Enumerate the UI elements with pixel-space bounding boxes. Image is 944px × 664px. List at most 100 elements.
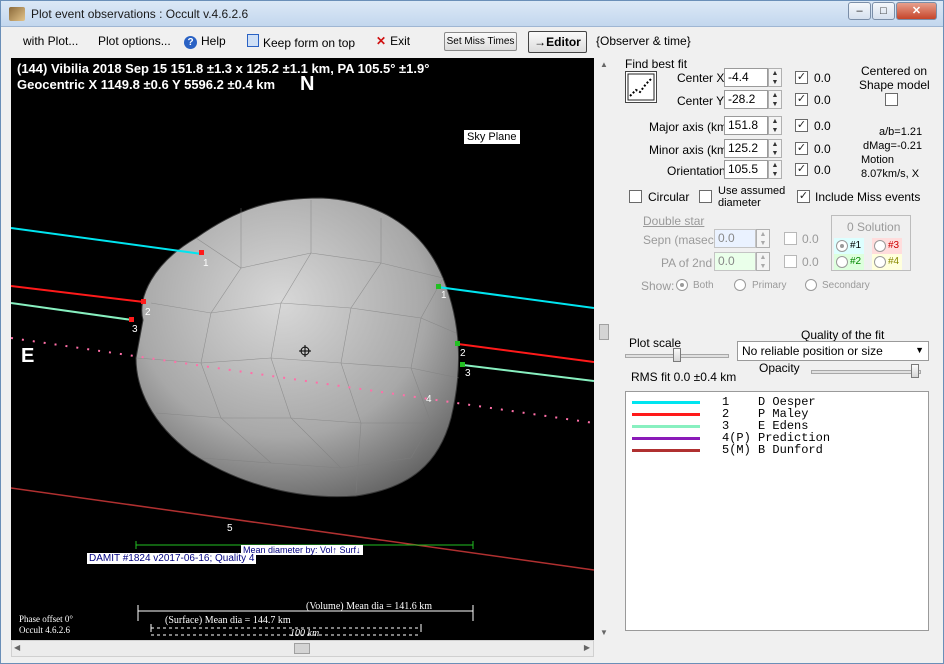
solution-2[interactable]: #2 (834, 254, 865, 270)
chord-2-left (11, 285, 145, 303)
include-miss-checkbox[interactable]: ✓ (797, 190, 810, 203)
center-y-checkbox[interactable]: ✓ (795, 93, 808, 106)
minimize-button[interactable]: – (848, 2, 871, 20)
major-axis-input[interactable]: 151.8 (724, 116, 768, 135)
solution-3[interactable]: #3 (872, 238, 903, 254)
version-text: Occult 4.6.2.6 (19, 625, 70, 635)
geocentric-header: Geocentric X 1149.8 ±0.6 Y 5596.2 ±0.4 k… (17, 77, 276, 92)
quality-select[interactable]: No reliable position or size ▼ (737, 341, 929, 361)
show-primary-label: Primary (752, 280, 787, 291)
minor-axis-spinner[interactable]: ▲ ▼ (768, 139, 782, 158)
chord-label: 2 (145, 307, 151, 318)
scale-bar-text: 100 km (290, 628, 320, 639)
center-y-spinner[interactable]: ▲ ▼ (768, 90, 782, 109)
chord-label: 2 (460, 348, 466, 359)
east-label: E (21, 345, 35, 367)
scroll-thumb[interactable] (599, 324, 609, 340)
center-x-checkbox[interactable]: ✓ (795, 71, 808, 84)
volume-diameter-text: (Volume) Mean dia = 141.6 km (306, 601, 432, 612)
panel-vertical-scrollbar[interactable]: ▲ ▼ (599, 58, 611, 640)
event-header: (144) Vibilia 2018 Sep 15 151.8 ±1.3 x 1… (17, 61, 430, 76)
major-axis-spinner[interactable]: ▲ ▼ (768, 116, 782, 135)
menu-exit[interactable]: ✕ Exit (376, 34, 410, 48)
sepn-spinner[interactable]: ▲ ▼ (756, 229, 770, 248)
pin-icon (247, 34, 259, 47)
chord-3-right (462, 364, 594, 382)
legend-row: 5(M) B Dunford (630, 444, 823, 456)
close-button[interactable]: ✕ (896, 2, 937, 20)
chord-1-marker-left (199, 250, 204, 255)
sepn-label: Sepn (masec) (643, 233, 718, 247)
menu-keep-on-top[interactable]: Keep form on top (247, 34, 355, 50)
sepn-sd: 0.0 (802, 232, 819, 246)
centered-on-shape-checkbox[interactable] (885, 93, 898, 106)
opacity-thumb[interactable] (911, 364, 919, 378)
show-both-label: Both (693, 280, 714, 291)
plot-scale-thumb[interactable] (673, 348, 681, 362)
circular-label: Circular (648, 190, 690, 204)
orientation-sd: 0.0 (814, 163, 831, 177)
assumed-diameter-checkbox[interactable] (699, 190, 712, 203)
chord-2-right (457, 343, 594, 363)
orientation-spinner[interactable]: ▲ ▼ (768, 160, 782, 179)
opacity-slider[interactable] (811, 370, 921, 374)
sepn-checkbox[interactable] (784, 232, 797, 245)
scroll-down-arrow-icon[interactable]: ▼ (600, 628, 608, 637)
find-best-fit-button[interactable] (625, 71, 657, 103)
show-both-radio[interactable] (676, 279, 688, 291)
solution-title: 0 Solution (847, 220, 901, 234)
motion-value: 8.07km/s, X (861, 168, 920, 180)
minor-axis-checkbox[interactable]: ✓ (795, 142, 808, 155)
chord-3-marker-left (129, 317, 134, 322)
minor-axis-input[interactable]: 125.2 (724, 139, 768, 158)
editor-button[interactable]: →Editor (528, 31, 587, 53)
orientation-label: Orientation (667, 164, 726, 178)
pa2-sd: 0.0 (802, 255, 819, 269)
menu-with-plot[interactable]: with Plot... (23, 34, 78, 48)
plot-area[interactable]: 1 2 3 1 2 3 4 5 (144) Vibilia 2018 Sep 1… (11, 58, 594, 640)
minor-axis-sd: 0.0 (814, 142, 831, 156)
menu-observer-time[interactable]: {Observer & time} (596, 34, 691, 48)
phase-offset-text: Phase offset 0° (19, 614, 73, 624)
major-axis-checkbox[interactable]: ✓ (795, 119, 808, 132)
show-primary-radio[interactable] (734, 279, 746, 291)
orientation-checkbox[interactable]: ✓ (795, 163, 808, 176)
assumed-diameter-label: Use assumed diameter (718, 185, 786, 209)
north-label: N (300, 73, 315, 95)
sepn-input[interactable]: 0.0 (714, 229, 756, 248)
fit-panel: Find best fit Center X -4.4 ▲ ▼ ✓ 0.0 Cen… (613, 57, 933, 657)
pa2-spinner[interactable]: ▲ ▼ (756, 252, 770, 271)
orientation-input[interactable]: 105.5 (724, 160, 768, 179)
scroll-thumb[interactable] (294, 643, 310, 654)
maximize-button[interactable]: □ (872, 2, 895, 20)
center-x-label: Center X (677, 71, 725, 85)
center-x-spinner[interactable]: ▲ ▼ (768, 68, 782, 87)
show-secondary-radio[interactable] (805, 279, 817, 291)
solution-4[interactable]: #4 (872, 254, 903, 270)
center-y-input[interactable]: -28.2 (724, 90, 768, 109)
plot-horizontal-scrollbar[interactable]: ◀ ▶ (11, 640, 594, 657)
minor-axis-label: Minor axis (km) (649, 143, 732, 157)
scroll-up-arrow-icon[interactable]: ▲ (600, 60, 608, 69)
chord-label: 5 (227, 523, 233, 534)
menu-help[interactable]: ? Help (184, 34, 226, 49)
center-x-input[interactable]: -4.4 (724, 68, 768, 87)
legend-row: 3 E Edens (630, 420, 808, 432)
fit-chart-icon (627, 73, 655, 101)
chord-2-marker-left (141, 299, 146, 304)
help-icon: ? (184, 36, 197, 49)
set-miss-times-button[interactable]: Set Miss Times (444, 32, 517, 51)
pa2-input[interactable]: 0.0 (714, 252, 756, 271)
shape-model-label: Shape model (859, 78, 930, 92)
chord-3-marker-right (460, 362, 465, 367)
pa2-checkbox[interactable] (784, 255, 797, 268)
legend-swatch (632, 425, 700, 428)
sky-plane-label: Sky Plane (464, 130, 520, 144)
menu-plot-options[interactable]: Plot options... (98, 34, 171, 48)
circular-checkbox[interactable] (629, 190, 642, 203)
scroll-right-arrow-icon[interactable]: ▶ (584, 643, 590, 652)
solution-1[interactable]: #1 (834, 238, 865, 254)
menu-exit-label: Exit (390, 34, 411, 48)
scroll-left-arrow-icon[interactable]: ◀ (14, 643, 20, 652)
app-icon (9, 7, 25, 21)
